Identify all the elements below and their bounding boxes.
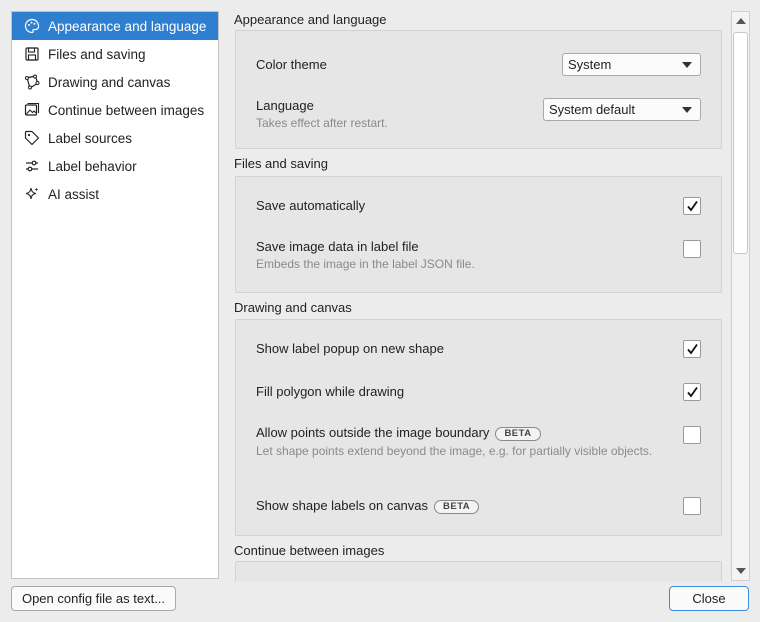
- save-image-row: Save image data in label file Embeds the…: [256, 239, 701, 275]
- language-row: Language Takes effect after restart. Sys…: [256, 98, 701, 134]
- appearance-group: Color theme System Language Takes effect…: [235, 30, 722, 149]
- popup-checkbox[interactable]: [683, 340, 701, 358]
- section-title-appearance: Appearance and language: [234, 12, 387, 27]
- sidebar-item-label-behavior[interactable]: Label behavior: [12, 152, 218, 180]
- outside-label-line: Allow points outside the image boundary B…: [256, 425, 701, 441]
- settings-panel: Appearance and language Color theme Syst…: [234, 11, 722, 581]
- color-theme-select[interactable]: System: [562, 53, 701, 76]
- fill-label: Fill polygon while drawing: [256, 384, 405, 399]
- checkmark-icon: [686, 343, 698, 354]
- beta-badge: BETA: [495, 427, 541, 441]
- save-image-hint: Embeds the image in the label JSON file.: [256, 257, 475, 271]
- outside-row: Allow points outside the image boundary B…: [256, 425, 701, 475]
- save-image-checkbox[interactable]: [683, 240, 701, 258]
- checkmark-icon: [686, 386, 698, 397]
- sidebar-item-files[interactable]: Files and saving: [12, 40, 218, 68]
- sidebar-item-label: Drawing and canvas: [48, 74, 171, 90]
- language-value: System default: [549, 102, 635, 117]
- beta-badge: BETA: [434, 500, 480, 514]
- chevron-down-icon: [682, 107, 692, 113]
- save-auto-row: Save automatically: [256, 197, 701, 218]
- sidebar-item-ai-assist[interactable]: AI assist: [12, 180, 218, 208]
- labels-row: Show shape labels on canvas BETA: [256, 497, 701, 518]
- fill-checkbox[interactable]: [683, 383, 701, 401]
- sidebar-item-label-sources[interactable]: Label sources: [12, 124, 218, 152]
- open-config-button[interactable]: Open config file as text...: [11, 586, 176, 611]
- section-title-drawing: Drawing and canvas: [234, 300, 352, 315]
- close-button[interactable]: Close: [669, 586, 749, 611]
- labels-label: Show shape labels on canvas: [256, 498, 429, 513]
- sidebar-item-continue[interactable]: Continue between images: [12, 96, 218, 124]
- tag-icon: [24, 130, 40, 146]
- color-theme-value: System: [568, 57, 612, 72]
- sidebar-item-label: Appearance and language: [48, 18, 207, 34]
- sidebar-item-label: Continue between images: [48, 102, 205, 118]
- floppy-disk-icon: [24, 46, 40, 62]
- fill-row: Fill polygon while drawing: [256, 383, 701, 404]
- sidebar-item-label: Files and saving: [48, 46, 146, 62]
- checkmark-icon: [686, 200, 698, 211]
- labels-checkbox[interactable]: [683, 497, 701, 515]
- drawing-group: Show label popup on new shape Fill polyg…: [235, 319, 722, 536]
- palette-icon: [24, 18, 40, 34]
- continue-group: [235, 561, 722, 581]
- outside-hint: Let shape points extend beyond the image…: [256, 444, 653, 458]
- settings-scrollbar[interactable]: [731, 11, 750, 581]
- sidebar-item-label: Label behavior: [48, 158, 137, 174]
- section-title-continue: Continue between images: [234, 543, 385, 558]
- save-auto-checkbox[interactable]: [683, 197, 701, 215]
- labels-label-line: Show shape labels on canvas BETA: [256, 498, 701, 514]
- outside-checkbox[interactable]: [683, 426, 701, 444]
- sidebar-item-label: Label sources: [48, 130, 133, 146]
- color-theme-row: Color theme System: [256, 53, 701, 77]
- files-group: Save automatically Save image data in la…: [235, 176, 722, 293]
- sidebar-item-appearance[interactable]: Appearance and language: [12, 12, 218, 40]
- scrollbar-thumb[interactable]: [733, 32, 748, 254]
- section-title-files: Files and saving: [234, 156, 328, 171]
- popup-label: Show label popup on new shape: [256, 341, 444, 356]
- settings-sidebar: Appearance and language Files and saving…: [11, 11, 219, 579]
- polygon-icon: [24, 74, 40, 90]
- popup-row: Show label popup on new shape: [256, 340, 701, 361]
- images-icon: [24, 102, 40, 118]
- sidebar-item-drawing[interactable]: Drawing and canvas: [12, 68, 218, 96]
- outside-label: Allow points outside the image boundary: [256, 425, 490, 440]
- sidebar-item-label: AI assist: [48, 186, 100, 202]
- sliders-icon: [24, 158, 40, 174]
- save-image-label: Save image data in label file: [256, 239, 419, 254]
- sparkles-icon: [24, 186, 40, 202]
- save-auto-label: Save automatically: [256, 198, 366, 213]
- scroll-up-arrow-icon[interactable]: [736, 18, 746, 24]
- chevron-down-icon: [682, 62, 692, 68]
- language-select[interactable]: System default: [543, 98, 701, 121]
- scroll-down-arrow-icon[interactable]: [736, 568, 746, 574]
